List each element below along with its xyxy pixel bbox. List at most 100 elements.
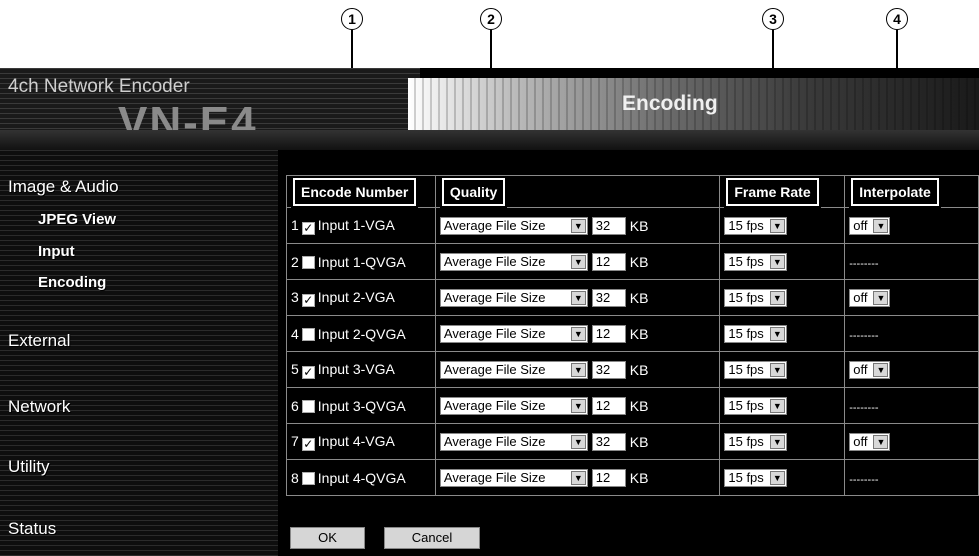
frame-rate-value: 15 fps (728, 254, 764, 270)
sidebar-item-external[interactable]: External (8, 331, 70, 351)
quality-select[interactable]: Average File Size ▼ (439, 468, 588, 487)
sidebar-item-encoding[interactable]: Encoding (38, 274, 106, 291)
encode-number: 2 (291, 253, 299, 270)
ok-button[interactable]: OK (290, 527, 365, 549)
size-input[interactable]: 32 (591, 216, 626, 235)
enable-checkbox[interactable] (301, 255, 315, 269)
quality-cell: Average File Size ▼ 12 KB (434, 243, 721, 280)
enable-checkbox[interactable]: ✓ (301, 365, 315, 379)
quality-select[interactable]: Average File Size ▼ (439, 288, 588, 307)
frame-rate-select[interactable]: 15 fps ▼ (724, 288, 787, 307)
sidebar-item-utility[interactable]: Utility (8, 457, 50, 477)
frame-rate-select[interactable]: 15 fps ▼ (724, 252, 787, 271)
enable-checkbox[interactable] (301, 471, 315, 485)
encode-cell: 1 ✓ Input 1-VGA (286, 207, 436, 244)
quality-value: Average File Size (443, 254, 546, 270)
enable-checkbox[interactable]: ✓ (301, 437, 315, 451)
size-input[interactable]: 32 (591, 432, 626, 451)
sidebar-item-status[interactable]: Status (8, 519, 56, 539)
sidebar-item-input[interactable]: Input (38, 243, 75, 260)
chevron-down-icon: ▼ (570, 326, 586, 341)
quality-select[interactable]: Average File Size ▼ (439, 216, 588, 235)
size-input[interactable]: 12 (591, 396, 626, 415)
input-label: Input 3-QVGA (317, 397, 406, 414)
encode-cell: 6 Input 3-QVGA (286, 387, 436, 424)
interpolate-select[interactable]: off ▼ (849, 432, 891, 451)
frame-rate-value: 15 fps (728, 470, 764, 486)
interpolate-select[interactable]: off ▼ (849, 288, 891, 307)
frame-rate-select[interactable]: 15 fps ▼ (724, 360, 787, 379)
quality-cell: Average File Size ▼ 32 KB (434, 423, 721, 460)
encode-number: 7 (291, 432, 299, 449)
interpolate-cell: off ▼ (844, 423, 979, 460)
size-input[interactable]: 12 (591, 324, 626, 343)
table-row: 8 Input 4-QVGA Average File Size ▼ 12 KB 15 f… (286, 459, 979, 496)
quality-value: Average File Size (443, 218, 546, 234)
chevron-down-icon: ▼ (769, 470, 785, 485)
quality-cell: Average File Size ▼ 32 KB (434, 279, 721, 316)
interpolate-na: -------- (849, 329, 879, 342)
input-label: Input 2-VGA (317, 288, 395, 305)
enable-checkbox[interactable]: ✓ (301, 221, 315, 235)
size-input[interactable]: 12 (591, 252, 626, 271)
size-unit: KB (629, 469, 649, 486)
header-frame-rate: Frame Rate (724, 175, 821, 208)
quality-select[interactable]: Average File Size ▼ (439, 396, 588, 415)
interpolate-cell: -------- (844, 387, 979, 424)
quality-value: Average File Size (443, 290, 546, 306)
interpolate-select[interactable]: off ▼ (849, 360, 891, 379)
cancel-button[interactable]: Cancel (384, 527, 480, 549)
sidebar-item-network[interactable]: Network (8, 397, 70, 417)
input-label: Input 4-VGA (317, 432, 395, 449)
enable-checkbox[interactable] (301, 399, 315, 413)
sidebar-item-jpeg-view[interactable]: JPEG View (38, 211, 116, 228)
frame-rate-cell: 15 fps ▼ (719, 387, 846, 424)
encode-cell: 2 Input 1-QVGA (286, 243, 436, 280)
size-unit: KB (629, 397, 649, 414)
frame-rate-select[interactable]: 15 fps ▼ (724, 396, 787, 415)
header-interpolate: Interpolate (849, 175, 941, 208)
chevron-down-icon: ▼ (769, 434, 785, 449)
size-unit: KB (629, 289, 649, 306)
quality-select[interactable]: Average File Size ▼ (439, 252, 588, 271)
frame-rate-select[interactable]: 15 fps ▼ (724, 216, 787, 235)
quality-select[interactable]: Average File Size ▼ (439, 432, 588, 451)
chevron-down-icon: ▼ (769, 362, 785, 377)
size-input[interactable]: 32 (591, 288, 626, 307)
encode-cell: 3 ✓ Input 2-VGA (286, 279, 436, 316)
table-row: 2 Input 1-QVGA Average File Size ▼ 12 KB 15 f… (286, 243, 979, 280)
callout-4: 4 (886, 8, 908, 30)
chevron-down-icon: ▼ (769, 290, 785, 305)
enable-checkbox[interactable]: ✓ (301, 293, 315, 307)
interpolate-na: -------- (849, 257, 879, 270)
frame-rate-value: 15 fps (728, 218, 764, 234)
frame-rate-select[interactable]: 15 fps ▼ (724, 324, 787, 343)
quality-cell: Average File Size ▼ 12 KB (434, 315, 721, 352)
size-unit: KB (629, 217, 649, 234)
chevron-down-icon: ▼ (873, 434, 889, 449)
quality-select[interactable]: Average File Size ▼ (439, 324, 588, 343)
frame-rate-select[interactable]: 15 fps ▼ (724, 468, 787, 487)
interpolate-select[interactable]: off ▼ (849, 216, 891, 235)
interpolate-cell: off ▼ (844, 351, 979, 388)
header-cell-encode-number: Encode Number (286, 175, 436, 208)
frame-rate-cell: 15 fps ▼ (719, 351, 846, 388)
encode-cell: 7 ✓ Input 4-VGA (286, 423, 436, 460)
chevron-down-icon: ▼ (873, 218, 889, 233)
size-input[interactable]: 12 (591, 468, 626, 487)
interpolate-cell: -------- (844, 459, 979, 496)
frame-rate-value: 15 fps (728, 290, 764, 306)
size-unit: KB (629, 433, 649, 450)
enable-checkbox[interactable] (301, 327, 315, 341)
encoding-table: Encode Number Quality Frame Rate Interpo… (286, 175, 979, 496)
sidebar-item-image-audio[interactable]: Image & Audio (8, 177, 119, 197)
encode-number: 6 (291, 397, 299, 414)
quality-value: Average File Size (443, 326, 546, 342)
frame-rate-select[interactable]: 15 fps ▼ (724, 432, 787, 451)
encode-cell: 8 Input 4-QVGA (286, 459, 436, 496)
product-subtitle: 4ch Network Encoder (8, 76, 190, 97)
quality-select[interactable]: Average File Size ▼ (439, 360, 588, 379)
interpolate-cell: -------- (844, 315, 979, 352)
size-input[interactable]: 32 (591, 360, 626, 379)
table-row: 1 ✓ Input 1-VGA Average File Size ▼ 32 KB 15 f… (286, 207, 979, 244)
